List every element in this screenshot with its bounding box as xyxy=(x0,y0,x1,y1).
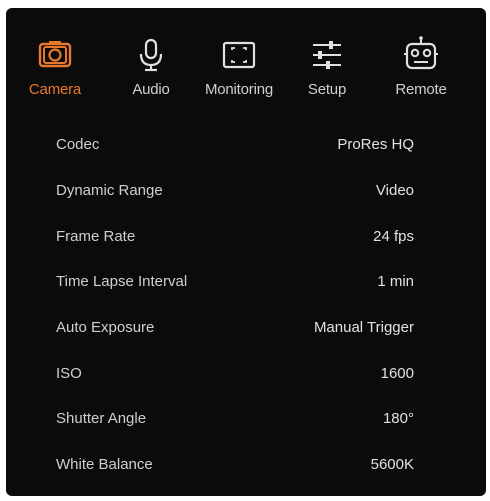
setting-name: Auto Exposure xyxy=(56,319,155,336)
tab-setup-label: Setup xyxy=(307,81,347,98)
setting-row-time-lapse-interval[interactable]: Time Lapse Interval 1 min xyxy=(56,269,414,299)
sliders-icon xyxy=(307,34,347,74)
setting-name: Time Lapse Interval xyxy=(56,273,188,290)
setting-row-frame-rate[interactable]: Frame Rate 24 fps xyxy=(56,224,414,254)
setting-name: Codec xyxy=(56,136,100,153)
setting-name: White Balance xyxy=(56,456,153,473)
tab-camera[interactable]: Camera xyxy=(10,34,100,114)
tab-camera-label: Camera xyxy=(28,81,82,98)
microphone-icon xyxy=(131,34,171,74)
setting-value: 24 fps xyxy=(373,228,414,245)
setting-name: Shutter Angle xyxy=(56,410,147,427)
setting-value: 180° xyxy=(382,410,414,427)
monitoring-frame-icon xyxy=(219,34,259,74)
tab-audio-label: Audio xyxy=(132,81,170,98)
setting-row-dynamic-range[interactable]: Dynamic Range Video xyxy=(56,178,414,208)
menu-tab-bar: Camera Audio Monitoring Setup Remote xyxy=(6,34,486,114)
robot-remote-icon xyxy=(401,34,441,74)
camera-icon xyxy=(35,34,75,74)
setting-name: Frame Rate xyxy=(56,228,136,245)
setting-row-auto-exposure[interactable]: Auto Exposure Manual Trigger xyxy=(56,315,414,345)
setting-value: Manual Trigger xyxy=(313,319,414,336)
setting-row-white-balance[interactable]: White Balance 5600K xyxy=(56,452,414,482)
setting-name: ISO xyxy=(56,365,82,382)
camera-settings-panel: Camera Audio Monitoring Setup Remote Cod… xyxy=(6,8,486,496)
tab-monitoring[interactable]: Monitoring xyxy=(194,34,284,114)
setting-value: ProRes HQ xyxy=(337,136,414,153)
setting-row-codec[interactable]: Codec ProRes HQ xyxy=(56,132,414,162)
setting-value: Video xyxy=(375,182,414,199)
tab-audio[interactable]: Audio xyxy=(106,34,196,114)
setting-value: 1600 xyxy=(380,365,414,382)
tab-setup[interactable]: Setup xyxy=(282,34,372,114)
setting-value: 1 min xyxy=(377,273,414,290)
tab-remote[interactable]: Remote xyxy=(376,34,466,114)
setting-name: Dynamic Range xyxy=(56,182,163,199)
tab-remote-label: Remote xyxy=(395,81,447,98)
setting-row-iso[interactable]: ISO 1600 xyxy=(56,361,414,391)
setting-value: 5600K xyxy=(370,456,414,473)
tab-monitoring-label: Monitoring xyxy=(204,81,274,98)
setting-row-shutter-angle[interactable]: Shutter Angle 180° xyxy=(56,406,414,436)
